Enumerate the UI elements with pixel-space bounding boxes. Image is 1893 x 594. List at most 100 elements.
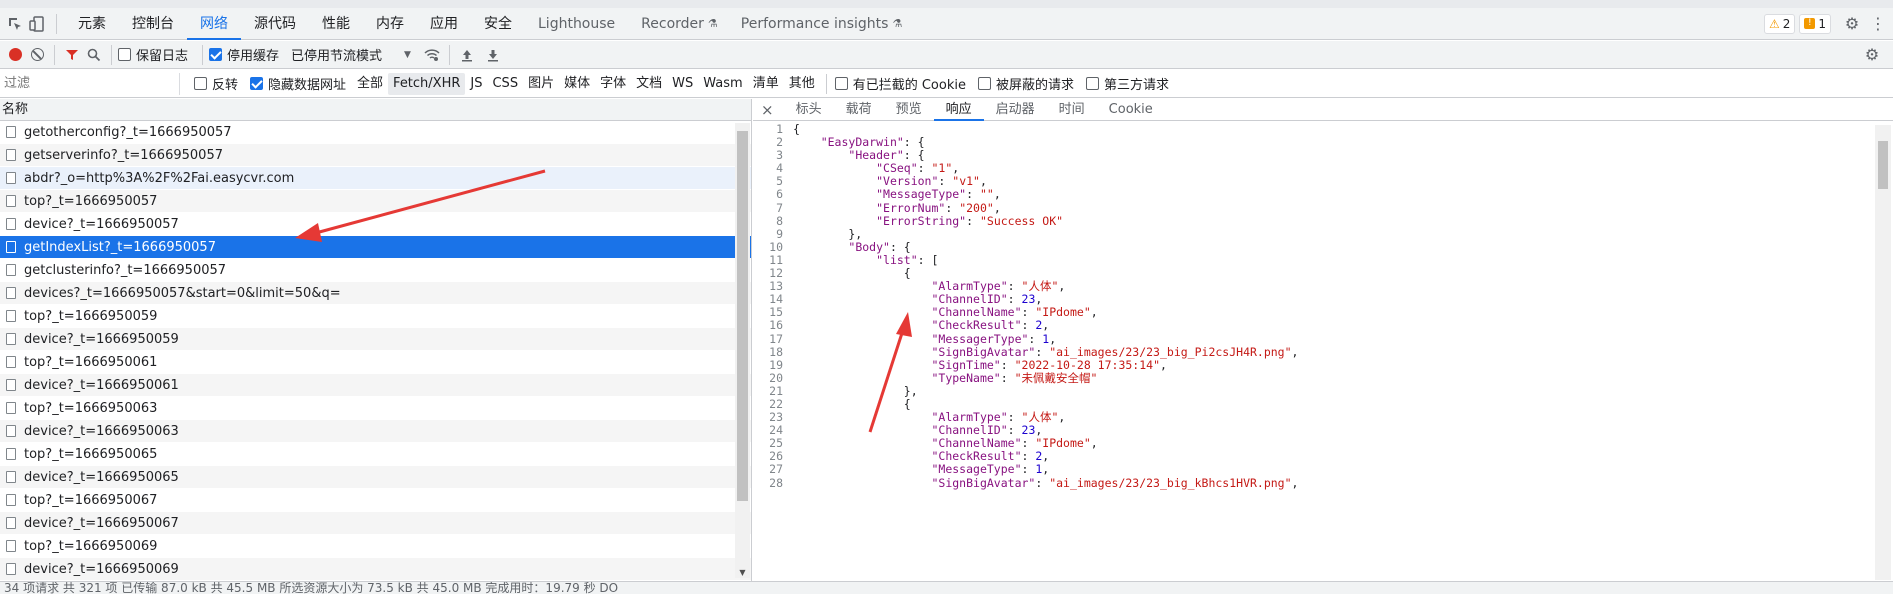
- code-token: :: [1021, 462, 1036, 477]
- disable-cache-checkbox[interactable]: 停用缓存: [209, 45, 279, 64]
- request-row[interactable]: device?_t=1666950065: [0, 466, 751, 489]
- detail-tab-4[interactable]: 响应: [933, 99, 984, 121]
- tab-5[interactable]: 性能: [309, 8, 363, 40]
- detail-tab-2[interactable]: 载荷: [834, 99, 884, 121]
- type-filter-6[interactable]: 媒体: [559, 73, 595, 95]
- type-filter-10[interactable]: Wasm: [698, 73, 747, 95]
- code-token: :: [1007, 423, 1022, 438]
- more-options-icon[interactable]: ⋮: [1867, 13, 1889, 35]
- preserve-log-checkbox[interactable]: 保留日志: [118, 45, 188, 64]
- request-row[interactable]: top?_t=1666950063: [0, 397, 751, 420]
- request-row[interactable]: getIndexList?_t=1666950057: [0, 236, 751, 259]
- tab-1[interactable]: 元素: [65, 8, 119, 40]
- preserve-log-box[interactable]: [118, 48, 131, 61]
- network-settings-gear-icon[interactable]: ⚙: [1861, 44, 1883, 66]
- request-row[interactable]: top?_t=1666950059: [0, 305, 751, 328]
- request-row[interactable]: device?_t=1666950067: [0, 512, 751, 535]
- third-party-box[interactable]: [1086, 77, 1099, 90]
- tab-2[interactable]: 控制台: [119, 8, 187, 40]
- request-row[interactable]: getclusterinfo?_t=1666950057: [0, 259, 751, 282]
- scrollbar-thumb[interactable]: [1878, 141, 1888, 189]
- record-button[interactable]: [4, 44, 26, 66]
- request-row[interactable]: device?_t=1666950059: [0, 328, 751, 351]
- clear-button[interactable]: [26, 44, 48, 66]
- response-scrollbar[interactable]: [1875, 125, 1891, 580]
- third-party-checkbox[interactable]: 第三方请求: [1086, 74, 1169, 93]
- blocked-cookies-checkbox[interactable]: 有已拦截的 Cookie: [834, 74, 966, 93]
- detail-tab-1[interactable]: 标头: [784, 99, 834, 121]
- tab-10[interactable]: Recorder: [628, 8, 717, 40]
- request-row[interactable]: devices?_t=1666950057&start=0&limit=50&q…: [0, 282, 751, 305]
- request-row[interactable]: top?_t=1666950069: [0, 535, 751, 558]
- type-filter-3[interactable]: JS: [465, 73, 487, 95]
- type-filter-12[interactable]: 其他: [784, 73, 820, 95]
- request-row[interactable]: top?_t=1666950067: [0, 489, 751, 512]
- code-token: ,: [1042, 449, 1050, 464]
- request-name: device?_t=1666950057: [24, 216, 179, 232]
- tab-3[interactable]: 网络: [187, 8, 241, 40]
- name-column-header[interactable]: 名称: [0, 99, 751, 121]
- type-filter-2[interactable]: Fetch/XHR: [388, 72, 466, 95]
- request-row[interactable]: getotherconfig?_t=1666950057: [0, 121, 751, 144]
- warnings-badge[interactable]: ⚠ 2: [1763, 13, 1796, 34]
- device-toolbar-icon[interactable]: [26, 13, 48, 35]
- tab-8[interactable]: 安全: [471, 8, 525, 40]
- settings-gear-icon[interactable]: ⚙: [1841, 13, 1863, 35]
- detail-tab-5[interactable]: 启动器: [984, 99, 1047, 121]
- request-row[interactable]: device?_t=1666950057: [0, 213, 751, 236]
- hide-data-urls-box[interactable]: [250, 77, 264, 90]
- type-filter-11[interactable]: 清单: [748, 73, 784, 95]
- disable-cache-box[interactable]: [209, 48, 223, 61]
- request-name: top?_t=1666950063: [24, 400, 158, 416]
- request-row[interactable]: getserverinfo?_t=1666950057: [0, 144, 751, 167]
- scroll-down-arrow[interactable]: ▼: [735, 568, 750, 578]
- type-filter-4[interactable]: CSS: [487, 73, 523, 95]
- close-icon[interactable]: ×: [753, 99, 784, 121]
- filter-toggle-button[interactable]: [61, 44, 83, 66]
- type-filter-7[interactable]: 字体: [595, 73, 631, 95]
- inspect-element-icon[interactable]: [4, 13, 26, 35]
- request-row[interactable]: device?_t=1666950069: [0, 558, 751, 581]
- tab-4[interactable]: 源代码: [241, 8, 309, 40]
- network-conditions-button[interactable]: [421, 44, 443, 66]
- invert-box[interactable]: [194, 77, 207, 90]
- filter-input[interactable]: [0, 72, 180, 95]
- hide-data-urls-checkbox[interactable]: 隐藏数据网址: [250, 74, 346, 93]
- detail-tab-7[interactable]: Cookie: [1097, 99, 1165, 121]
- request-row[interactable]: device?_t=1666950063: [0, 420, 751, 443]
- issues-badge[interactable]: ! 1: [1799, 13, 1831, 34]
- detail-tab-3[interactable]: 预览: [884, 99, 934, 121]
- file-icon: [6, 356, 16, 368]
- tab-7[interactable]: 应用: [417, 8, 471, 40]
- request-row[interactable]: top?_t=1666950065: [0, 443, 751, 466]
- code-line: 8 "ErrorString": "Success OK": [753, 214, 1875, 228]
- export-har-button[interactable]: [482, 44, 504, 66]
- request-list-scrollbar[interactable]: ▼: [735, 123, 750, 578]
- request-row[interactable]: top?_t=1666950061: [0, 351, 751, 374]
- request-row[interactable]: device?_t=1666950061: [0, 374, 751, 397]
- import-har-button[interactable]: [456, 44, 478, 66]
- code-token: 23: [1021, 423, 1036, 438]
- tab-6[interactable]: 内存: [363, 8, 417, 40]
- response-code-view[interactable]: 1{2 "EasyDarwin": {3 "Header": {4 "CSeq"…: [753, 123, 1875, 575]
- search-button[interactable]: [83, 44, 105, 66]
- tab-9[interactable]: Lighthouse: [525, 8, 628, 40]
- detail-tab-6[interactable]: 时间: [1047, 99, 1097, 121]
- type-filter-9[interactable]: WS: [667, 73, 698, 95]
- type-filter-8[interactable]: 文档: [631, 73, 667, 95]
- tab-11[interactable]: Performance insights: [728, 8, 902, 40]
- blocked-requests-box[interactable]: [977, 77, 991, 90]
- throttle-dropdown[interactable]: 已停用节流模式 ▼: [291, 45, 411, 64]
- request-row[interactable]: top?_t=1666950057: [0, 190, 751, 213]
- type-filter-1[interactable]: 全部: [352, 73, 388, 95]
- blocked-requests-checkbox[interactable]: 被屏蔽的请求: [977, 74, 1074, 93]
- scrollbar-thumb[interactable]: [737, 131, 748, 501]
- request-row[interactable]: abdr?_o=http%3A%2F%2Fai.easycvr.com: [0, 167, 751, 190]
- type-filter-5[interactable]: 图片: [523, 73, 559, 95]
- blocked-cookies-box[interactable]: [834, 77, 848, 90]
- invert-checkbox[interactable]: 反转: [194, 74, 238, 93]
